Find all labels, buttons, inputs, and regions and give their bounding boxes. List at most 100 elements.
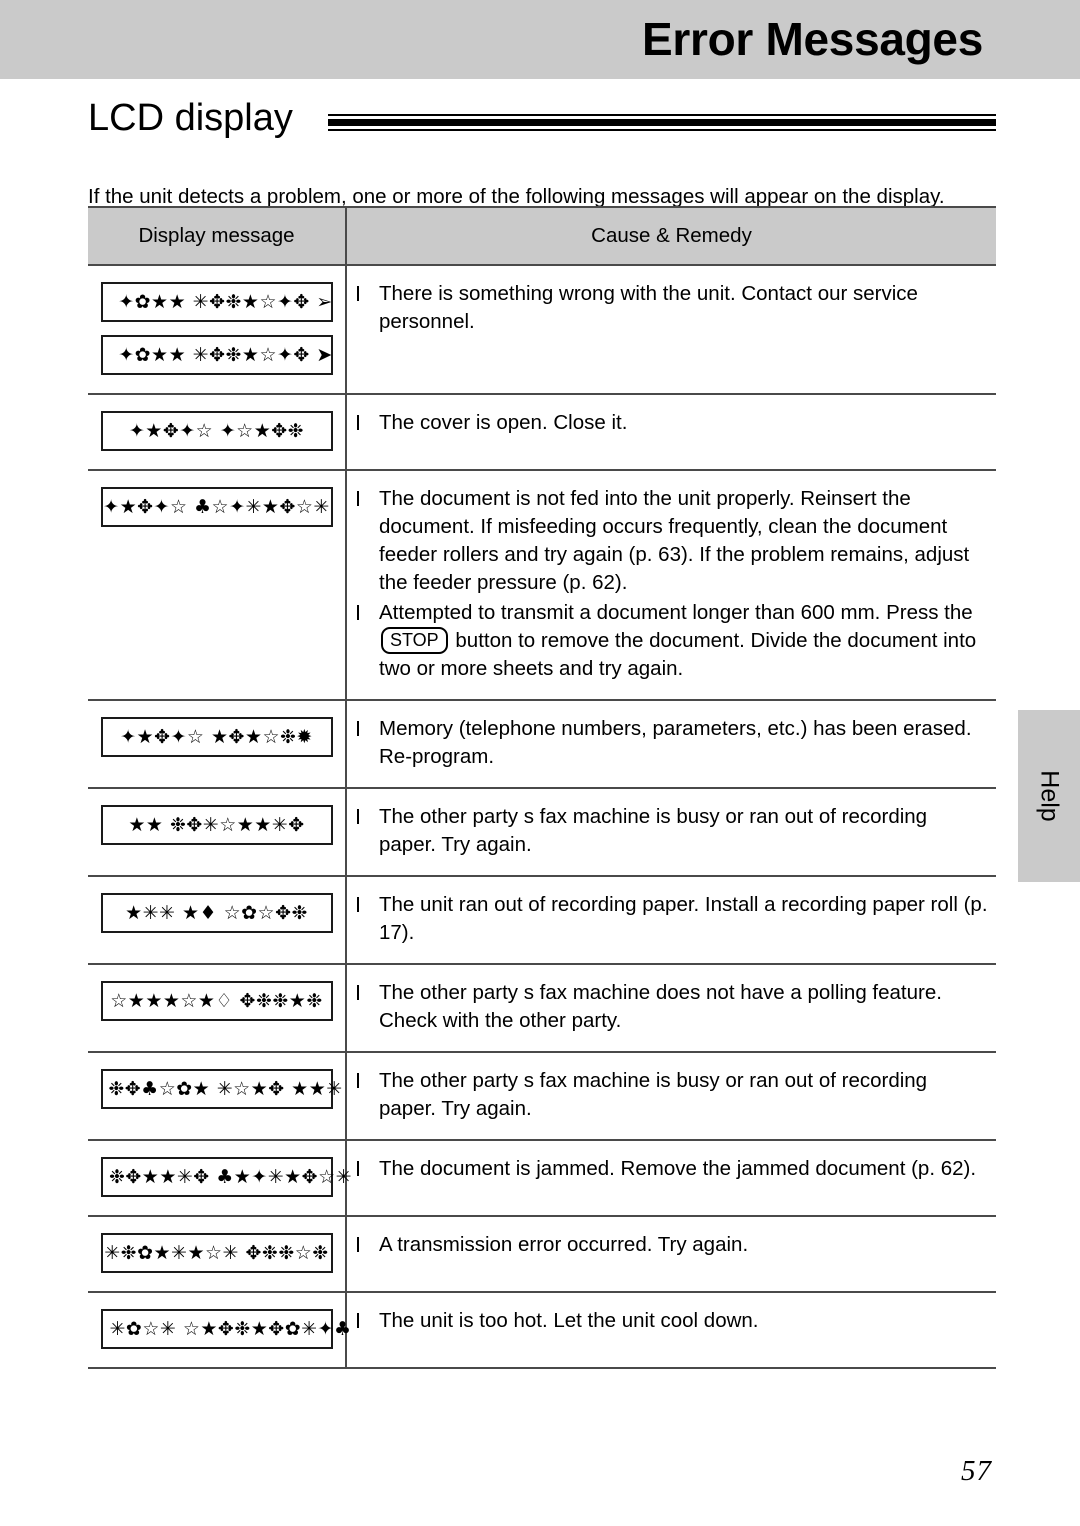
column-header-display-message: Display message — [88, 206, 347, 266]
lcd-message-glyphs: ★★ ❉✥✳☆★★✳✥ — [128, 813, 305, 836]
side-tab-label: Help — [1035, 770, 1064, 822]
lcd-message-glyphs: ✦✿★★ ✳✥❉★☆✦✥ ➤ — [118, 343, 333, 366]
cause-remedy-cell: The unit ran out of recording paper. Ins… — [346, 876, 996, 965]
display-message-cell: ★✳✳ ★♦ ☆✿☆✥❉ — [88, 876, 347, 965]
bullet-marker-icon — [357, 605, 359, 620]
lcd-message-glyphs: ✳❉✿★✳★☆✳ ✥❉❉☆❉ — [104, 1241, 329, 1264]
section-title: LCD display — [88, 97, 293, 139]
table-row: ✳❉✿★✳★☆✳ ✥❉❉☆❉ A transmission error occur… — [88, 1216, 996, 1293]
cause-remedy-cell: The other party s fax machine is busy or… — [346, 788, 996, 877]
bullet-marker-icon — [357, 809, 359, 824]
page-number: 57 — [961, 1455, 992, 1487]
cause-remedy-cell: The document is not fed into the unit pr… — [346, 470, 996, 701]
section-heading: LCD display — [88, 96, 996, 144]
display-message-cell: ✦★✥✦☆ ✦☆★✥❉ — [88, 394, 347, 471]
table-row: ✦✿★★ ✳✥❉★☆✦✥ ➢ ✦✿★★ ✳✥❉★☆✦✥ ➤ There is som… — [88, 265, 996, 395]
lcd-message-box: ✦★✥✦☆ ★✥★☆❉✹ — [100, 717, 333, 757]
bullet-marker-icon — [357, 721, 359, 736]
table-row: ☆★★★☆★♢ ✥❉❉★❉ The other party s fax machi… — [88, 964, 996, 1053]
bullet-marker-icon — [357, 286, 359, 301]
bullet-marker-icon — [357, 985, 359, 1000]
lcd-message-glyphs: ★✳✳ ★♦ ☆✿☆✥❉ — [125, 901, 308, 924]
cause-list: The unit ran out of recording paper. Ins… — [347, 891, 988, 947]
display-message-cell: ★★ ❉✥✳☆★★✳✥ — [88, 788, 347, 877]
column-header-cause-remedy: Cause & Remedy — [346, 206, 996, 266]
cause-list: A transmission error occurred. Try again… — [347, 1231, 988, 1259]
lcd-message-box: ★✳✳ ★♦ ☆✿☆✥❉ — [100, 893, 333, 933]
table-row: ❉✥♣☆✿★ ✳☆★✥ ★★✳ The other party s fax mac… — [88, 1052, 996, 1141]
cause-text: The other party s fax machine is busy or… — [379, 1069, 928, 1120]
display-message-cell: ✦★✥✦☆ ♣☆✦✳★✥☆✳ — [88, 470, 347, 701]
cause-list-item: The unit ran out of recording paper. Ins… — [347, 891, 988, 947]
page-title: Error Messages — [642, 12, 983, 65]
cause-text-after-key: button to remove the document. Divide th… — [379, 629, 977, 680]
table-header-row: Display message Cause & Remedy — [88, 206, 996, 266]
bullet-marker-icon — [357, 1073, 359, 1088]
cause-list-item: The unit is too hot. Let the unit cool d… — [347, 1307, 988, 1335]
cause-list: The document is not fed into the unit pr… — [347, 485, 988, 683]
cause-list-item: Attempted to transmit a document longer … — [347, 599, 988, 683]
lcd-message-glyphs: ✳✿☆✳ ☆★✥❉★✥✿✳✦♣ — [109, 1317, 352, 1340]
lcd-message-glyphs: ❉✥♣☆✿★ ✳☆★✥ ★★✳ — [108, 1077, 343, 1100]
side-tab-help[interactable]: Help — [1018, 710, 1080, 882]
table-row: ✳✿☆✳ ☆★✥❉★✥✿✳✦♣ The unit is too hot. Let … — [88, 1292, 996, 1369]
cause-text: The document is jammed. Remove the jamme… — [379, 1157, 977, 1180]
section-rule — [328, 114, 996, 131]
cause-text-before-key: Attempted to transmit a document longer … — [379, 601, 973, 624]
lcd-message-box: ✦★✥✦☆ ♣☆✦✳★✥☆✳ — [100, 487, 333, 527]
bullet-marker-icon — [357, 415, 359, 430]
cause-list-item: Memory (telephone numbers, parameters, e… — [347, 715, 988, 771]
bullet-marker-icon — [357, 1313, 359, 1328]
table-row: ★★ ❉✥✳☆★★✳✥ The other party s fax machine… — [88, 788, 996, 877]
cause-list-item: The other party s fax machine is busy or… — [347, 1067, 988, 1123]
lcd-message-glyphs: ✦✿★★ ✳✥❉★☆✦✥ ➢ — [118, 290, 333, 313]
lcd-message-box: ✦✿★★ ✳✥❉★☆✦✥ ➢ — [100, 282, 333, 322]
display-message-cell: ✦★✥✦☆ ★✥★☆❉✹ — [88, 700, 347, 789]
lcd-message-box: ❉✥★★✳✥ ♣★✦✳★✥☆✳ — [100, 1157, 352, 1197]
cause-remedy-cell: The cover is open. Close it. — [346, 394, 996, 471]
display-message-cell: ❉✥★★✳✥ ♣★✦✳★✥☆✳ — [88, 1140, 352, 1217]
cause-remedy-cell: The unit is too hot. Let the unit cool d… — [346, 1292, 996, 1369]
cause-list: The unit is too hot. Let the unit cool d… — [347, 1307, 988, 1335]
lcd-message-box: ★★ ❉✥✳☆★★✳✥ — [100, 805, 333, 845]
display-message-cell: ☆★★★☆★♢ ✥❉❉★❉ — [88, 964, 347, 1053]
display-message-cell: ✳✿☆✳ ☆★✥❉★✥✿✳✦♣ — [88, 1292, 351, 1369]
cause-list: The other party s fax machine does not h… — [347, 979, 988, 1035]
cause-list: Memory (telephone numbers, parameters, e… — [347, 715, 988, 771]
table-header: Display message Cause & Remedy — [88, 206, 996, 266]
lcd-message-box: ✳❉✿★✳★☆✳ ✥❉❉☆❉ — [100, 1233, 333, 1273]
cause-remedy-cell: The document is jammed. Remove the jamme… — [346, 1140, 996, 1217]
lcd-message-glyphs: ❉✥★★✳✥ ♣★✦✳★✥☆✳ — [108, 1165, 353, 1188]
cause-list: There is something wrong with the unit. … — [347, 280, 988, 336]
cause-text: The other party s fax machine is busy or… — [379, 805, 928, 856]
cause-list-item: There is something wrong with the unit. … — [347, 280, 988, 336]
cause-remedy-cell: The other party s fax machine does not h… — [346, 964, 996, 1053]
table-row: ✦★✥✦☆ ★✥★☆❉✹ Memory (telephone numbers, p… — [88, 700, 996, 789]
bullet-marker-icon — [357, 491, 359, 506]
lcd-message-box: ✦★✥✦☆ ✦☆★✥❉ — [100, 411, 333, 451]
lcd-message-box: ☆★★★☆★♢ ✥❉❉★❉ — [100, 981, 333, 1021]
error-message-table: Display message Cause & Remedy ✦✿★★ ✳✥❉★… — [88, 206, 996, 1369]
table-row: ❉✥★★✳✥ ♣★✦✳★✥☆✳ The document is jammed. R… — [88, 1140, 996, 1217]
table-body: ✦✿★★ ✳✥❉★☆✦✥ ➢ ✦✿★★ ✳✥❉★☆✦✥ ➤ There is som… — [88, 265, 996, 1369]
cause-list-item: A transmission error occurred. Try again… — [347, 1231, 988, 1259]
lcd-message-box: ✦✿★★ ✳✥❉★☆✦✥ ➤ — [100, 335, 333, 375]
display-message-cell: ❉✥♣☆✿★ ✳☆★✥ ★★✳ — [88, 1052, 347, 1141]
table-row: ✦★✥✦☆ ✦☆★✥❉ The cover is open. Close it. — [88, 394, 996, 471]
cause-list-item: The document is jammed. Remove the jamme… — [347, 1155, 988, 1183]
table-row: ★✳✳ ★♦ ☆✿☆✥❉ The unit ran out of recordin… — [88, 876, 996, 965]
display-message-cell: ✦✿★★ ✳✥❉★☆✦✥ ➢ ✦✿★★ ✳✥❉★☆✦✥ ➤ — [88, 265, 347, 395]
bullet-marker-icon — [357, 1237, 359, 1252]
cause-list-item: The other party s fax machine does not h… — [347, 979, 988, 1035]
cause-text: The unit is too hot. Let the unit cool d… — [379, 1309, 759, 1332]
lcd-message-glyphs: ☆★★★☆★♢ ✥❉❉★❉ — [110, 989, 323, 1012]
cause-text: There is something wrong with the unit. … — [379, 282, 918, 333]
cause-text: Memory (telephone numbers, parameters, e… — [379, 717, 972, 768]
cause-remedy-cell: The other party s fax machine is busy or… — [346, 1052, 996, 1141]
lcd-message-box: ❉✥♣☆✿★ ✳☆★✥ ★★✳ — [100, 1069, 342, 1109]
cause-remedy-cell: There is something wrong with the unit. … — [346, 265, 996, 395]
cause-text: The other party s fax machine does not h… — [379, 981, 942, 1032]
page-header-band: Error Messages — [0, 0, 1080, 79]
cause-remedy-cell: Memory (telephone numbers, parameters, e… — [346, 700, 996, 789]
rule-thick — [328, 119, 996, 126]
